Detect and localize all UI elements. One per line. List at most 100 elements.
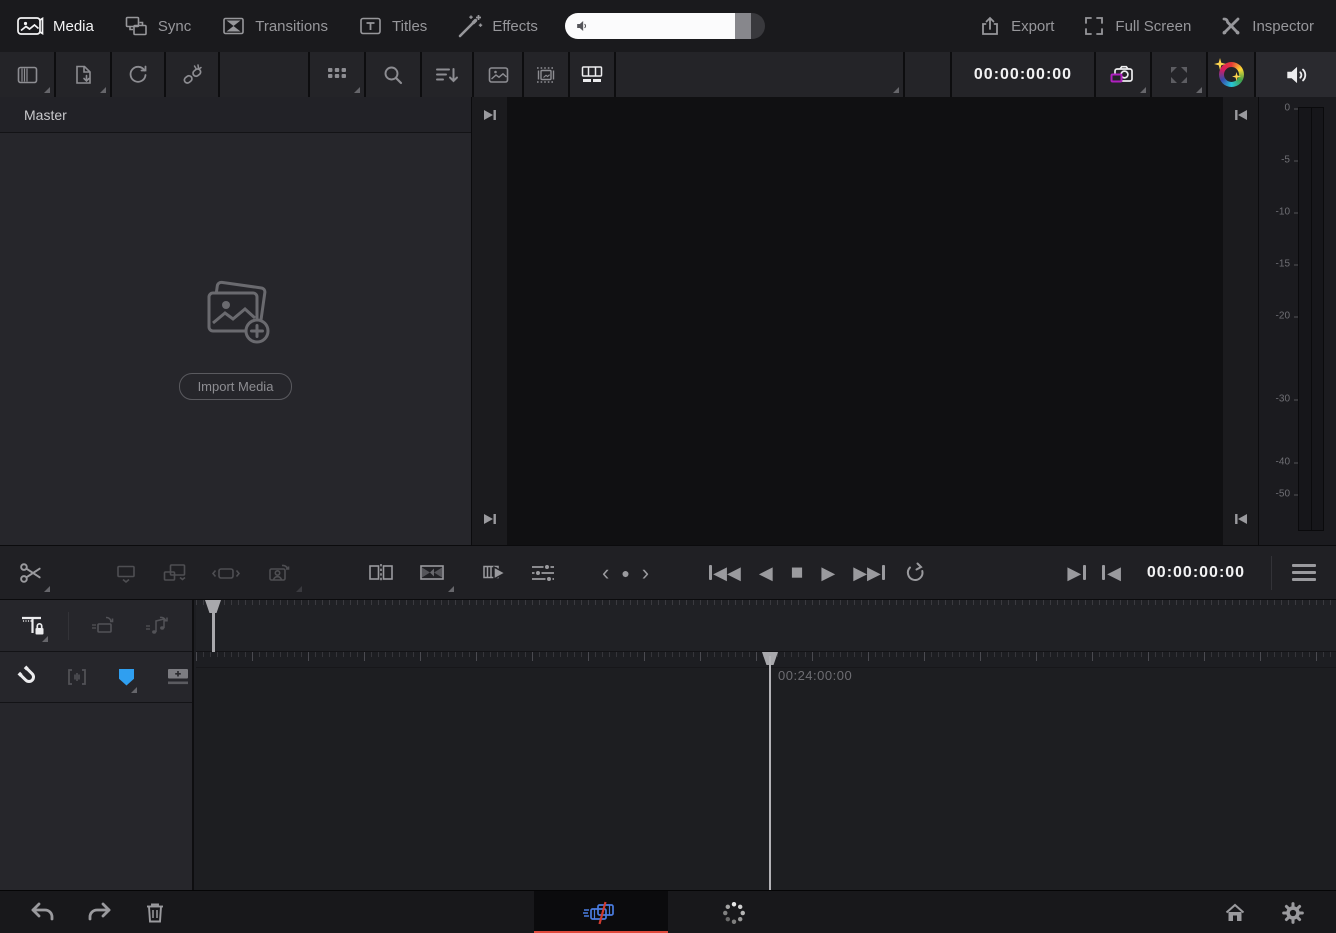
cut-page-icon [579,900,623,926]
insert-clip-button[interactable] [102,550,150,596]
unlink-clips-button[interactable] [166,52,218,97]
jump-to-prev-icon[interactable]: ◀ [1102,564,1121,582]
cut-page-window: Media Sync Transitions Titles Effects [0,0,1336,933]
main-area: Master Import Media 0 -5 -10 -15 [0,97,1336,545]
import-drop-zone[interactable]: Import Media [0,133,471,545]
tab-titles[interactable]: Titles [358,14,427,38]
camera-multicam-button[interactable] [1096,52,1150,97]
tab-media[interactable]: Media [16,14,94,38]
viewer-timecode: 00:00:00:00 [952,52,1094,97]
cut-page-button[interactable] [534,891,668,933]
color-grade-button[interactable] [1208,52,1254,97]
color-page-icon [720,899,748,927]
transition-view-button[interactable] [406,550,458,596]
redo-button[interactable] [82,895,116,929]
meter-label-30: -30 [1276,394,1290,405]
sparkle-icon-small [1232,72,1241,81]
jump-to-next-icon[interactable]: ▶ [1067,564,1086,582]
match-frame-controls: ▶ ◀ [1067,550,1121,596]
settings-gear-button[interactable] [1276,896,1310,930]
viewer-right-gutter [1223,97,1258,545]
delete-trash-button[interactable] [138,895,172,929]
viewer-left-gutter [472,97,507,545]
timeline-area: 00:24:00:00 [0,600,1336,890]
resize-fit-button[interactable] [1152,52,1206,97]
audio-level-bars [1298,107,1324,531]
export-label: Export [1011,18,1054,35]
tools-sliders-button[interactable] [520,550,566,596]
go-to-start-button[interactable]: ◀◀ [709,564,741,582]
filmstrip-view-button[interactable] [524,52,568,97]
tab-media-label: Media [53,18,94,35]
tab-transitions[interactable]: Transitions [221,14,328,38]
jump-forward-icon-bottom[interactable] [482,511,498,527]
audio-meter-panel: 0 -5 -10 -15 -20 -30 -40 -50 [1258,97,1336,545]
import-media-button[interactable] [56,52,110,97]
search-button[interactable] [366,52,420,97]
go-to-end-button[interactable]: ▶▶ [853,564,885,582]
jump-forward-icon-top[interactable] [482,107,498,123]
stop-button[interactable]: ■ [791,562,804,583]
import-media-illustration-icon [195,279,277,351]
sparkle-icon [1214,58,1226,70]
jump-back-icon-bottom[interactable] [1233,511,1249,527]
export-button[interactable]: Export [978,14,1054,38]
timeline-tracks[interactable] [196,669,1336,890]
volume-slider[interactable] [565,13,765,39]
timeline-timecode: 00:00:00:00 [1121,550,1271,596]
color-page-button[interactable] [668,891,800,933]
transport-controls: ◀◀ ◀ ■ ▶ ▶▶ [709,550,927,596]
secondary-toolbar: 00:00:00:00 [0,52,1336,97]
top-bar: Media Sync Transitions Titles Effects [0,0,1336,52]
meter-label-10: -10 [1276,207,1290,218]
toolbar-filler [905,52,950,97]
jump-back-icon-top[interactable] [1233,107,1249,123]
bin-header[interactable]: Master [0,97,471,133]
replace-clip-button[interactable] [200,550,252,596]
top-bar-actions: Export Full Screen Inspector [950,0,1336,52]
sort-button[interactable] [422,52,472,97]
full-screen-label: Full Screen [1115,18,1191,35]
loop-button[interactable] [903,561,927,585]
step-forward-icon[interactable]: › [642,562,649,584]
import-media-button-pill[interactable]: Import Media [179,373,293,400]
audio-sync-tool-button[interactable] [139,606,177,646]
full-screen-button[interactable]: Full Screen [1082,14,1191,38]
overwrite-clip-button[interactable] [150,550,200,596]
split-scissors-button[interactable] [8,550,54,596]
strip-view-button[interactable] [570,52,614,97]
tab-effects[interactable]: Effects [457,13,538,39]
thumbnail-size-button[interactable] [310,52,364,97]
undo-button[interactable] [26,895,60,929]
clip-view-button[interactable] [474,52,522,97]
play-button[interactable]: ▶ [821,564,835,582]
add-track-button[interactable] [163,657,192,697]
timeline-options-button[interactable] [1272,550,1336,596]
razor-split-view-button[interactable] [356,550,406,596]
upper-timeline[interactable] [196,600,1336,652]
home-button[interactable] [1218,896,1252,930]
smart-insert-button[interactable] [252,550,306,596]
marker-range-button[interactable] [64,657,90,697]
track-lock-tool-button[interactable] [14,606,52,646]
inspector-button[interactable]: Inspector [1219,14,1314,38]
resync-media-button[interactable] [112,52,164,97]
toolbar-blank-tile [220,52,308,97]
marker-flag-button[interactable] [112,657,141,697]
transitions-icon [221,14,246,38]
meter-label-0: 0 [1284,103,1290,114]
snapping-magnet-button[interactable] [16,657,42,697]
audio-monitor-button[interactable] [1256,52,1336,97]
bin-dropdown[interactable] [616,52,903,97]
bin-name: Master [24,107,67,123]
playhead-timecode-label: 00:24:00:00 [778,668,852,683]
jog-dot-icon[interactable]: ● [621,566,629,580]
bin-list-view-button[interactable] [0,52,54,97]
volume-slider-track [735,13,751,39]
source-tape-button[interactable] [472,550,520,596]
play-reverse-button[interactable]: ◀ [759,564,773,582]
sync-clip-tool-button[interactable] [85,606,123,646]
tab-sync[interactable]: Sync [124,14,191,38]
bottom-bar [0,890,1336,933]
step-back-icon[interactable]: ‹ [602,562,609,584]
